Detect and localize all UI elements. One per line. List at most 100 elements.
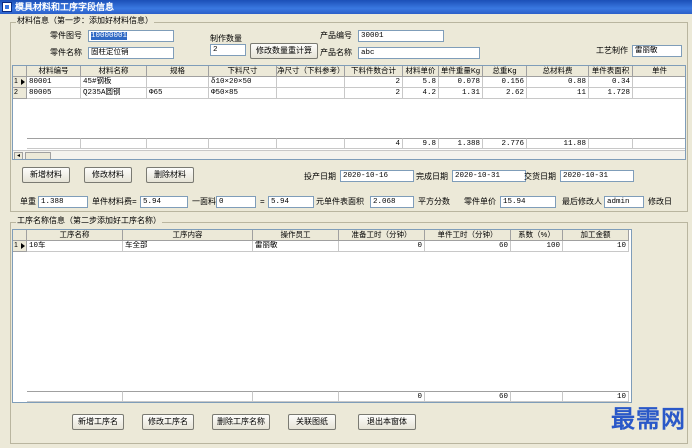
material-col-header[interactable]: 总重Kg <box>483 66 527 77</box>
process-col-header[interactable]: 单件工时（分钟） <box>425 230 511 241</box>
material-table[interactable]: 材料编号 材料名称 规格 下料尺寸 净尺寸（下料参考） 下料件数合计 材料单价 单件重量Kg 总… <box>12 65 686 160</box>
material-total-cell: 1.388 <box>439 138 483 149</box>
table-cell[interactable]: 1.728 <box>589 88 633 99</box>
delete-process-button[interactable]: 删除工序名称 <box>212 414 270 430</box>
table-cell[interactable]: 5.8 <box>403 77 439 88</box>
material-col-header[interactable]: 下料尺寸 <box>209 66 277 77</box>
table-cell[interactable]: 2.62 <box>483 88 527 99</box>
modify-date-label: 修改日 <box>648 197 672 206</box>
scroll-left-icon[interactable]: ◂ <box>14 152 23 159</box>
link-drawing-button[interactable]: 关联图纸 <box>288 414 336 430</box>
scroll-thumb[interactable] <box>25 152 51 159</box>
material-total-cell: 9.8 <box>403 138 439 149</box>
material-col-header[interactable]: 材料编号 <box>27 66 81 77</box>
modify-qty-button[interactable]: 修改数量重计算 <box>250 43 318 59</box>
process-col-header[interactable]: 操作员工 <box>253 230 339 241</box>
material-hscroll[interactable]: ◂ <box>13 150 685 159</box>
invest-date-label: 投产日期 <box>304 172 336 181</box>
table-cell[interactable]: 0.156 <box>483 77 527 88</box>
exit-window-button[interactable]: 退出本窗体 <box>358 414 416 430</box>
invest-date-input[interactable]: 2020-10-16 <box>340 170 414 182</box>
table-cell[interactable] <box>147 77 209 88</box>
product-no-input[interactable]: 30001 <box>358 30 444 42</box>
face-input[interactable]: 0 <box>216 196 256 208</box>
part-name-input[interactable]: 固柱定位销 <box>88 47 174 59</box>
table-cell[interactable]: 车全部 <box>123 241 253 252</box>
edit-process-button[interactable]: 修改工序名 <box>142 414 194 430</box>
table-cell[interactable]: 0.34 <box>589 77 633 88</box>
part-price-label: 零件单价 <box>464 197 496 206</box>
material-col-header[interactable]: 总材料费 <box>527 66 589 77</box>
material-total-cell <box>27 138 81 149</box>
table-cell[interactable]: 0.078 <box>439 77 483 88</box>
process-col-header[interactable]: 系数（%） <box>511 230 563 241</box>
row-number: 1 <box>14 242 18 249</box>
table-cell[interactable]: 雷丽敏 <box>253 241 339 252</box>
material-col-header[interactable]: 材料单价 <box>403 66 439 77</box>
face-label: 一面料 <box>192 197 216 206</box>
add-process-button[interactable]: 新增工序名 <box>72 414 124 430</box>
process-col-header[interactable]: 加工金额 <box>563 230 629 241</box>
table-cell[interactable]: 80001 <box>27 77 81 88</box>
deliver-date-label: 交货日期 <box>524 172 556 181</box>
table-cell[interactable]: 60 <box>425 241 511 252</box>
window-title-bar: 模具材料和工序字段信息 <box>0 0 692 14</box>
table-cell[interactable] <box>633 77 685 88</box>
table-cell[interactable]: Q235A圆钢 <box>81 88 147 99</box>
table-cell[interactable]: 0.88 <box>527 77 589 88</box>
table-cell[interactable] <box>277 88 345 99</box>
table-cell[interactable]: Φ65 <box>147 88 209 99</box>
unit-material-input[interactable]: 5.94 <box>140 196 188 208</box>
part-no-input[interactable]: 10000001 <box>88 30 174 42</box>
delete-material-button[interactable]: 删除材料 <box>146 167 194 183</box>
table-cell[interactable] <box>633 88 685 99</box>
material-col-header[interactable]: 材料名称 <box>81 66 147 77</box>
table-cell[interactable]: 2 <box>345 88 403 99</box>
material-col-header[interactable]: 单件 <box>633 66 685 77</box>
finish-date-input[interactable]: 2020-10-31 <box>452 170 526 182</box>
add-material-button[interactable]: 新增材料 <box>22 167 70 183</box>
craft-input[interactable]: 雷丽敏 <box>632 45 682 57</box>
row-number: 2 <box>14 89 18 96</box>
edit-material-button[interactable]: 修改材料 <box>84 167 132 183</box>
table-cell[interactable]: 4.2 <box>403 88 439 99</box>
table-cell[interactable]: 45#钢板 <box>81 77 147 88</box>
material-col-header[interactable]: 单件表面积 <box>589 66 633 77</box>
eq-value-input[interactable]: 5.94 <box>268 196 314 208</box>
table-cell[interactable]: 100 <box>511 241 563 252</box>
unit-weight-input[interactable]: 1.388 <box>38 196 88 208</box>
material-col-header[interactable]: 单件重量Kg <box>439 66 483 77</box>
part-price-input[interactable]: 15.94 <box>500 196 556 208</box>
table-cell[interactable] <box>277 77 345 88</box>
process-row-header[interactable]: 1 <box>13 241 27 252</box>
process-table[interactable]: 工序名称 工序内容 操作员工 准备工时（分钟） 单件工时（分钟） 系数（%） 加工金额 1 10… <box>12 229 632 403</box>
area-input[interactable]: 2.068 <box>370 196 414 208</box>
material-row-header[interactable]: 2 <box>13 88 27 99</box>
product-no-label: 产品编号 <box>320 31 352 40</box>
material-row-header[interactable]: 1 <box>13 77 27 88</box>
process-col-header[interactable]: 准备工时（分钟） <box>339 230 425 241</box>
material-col-header[interactable]: 规格 <box>147 66 209 77</box>
table-cell[interactable]: 1.31 <box>439 88 483 99</box>
table-cell[interactable]: Φ50×85 <box>209 88 277 99</box>
process-col-header[interactable]: 工序内容 <box>123 230 253 241</box>
table-cell[interactable]: 11 <box>527 88 589 99</box>
product-name-input[interactable]: abc <box>358 47 480 59</box>
table-cell[interactable]: 80005 <box>27 88 81 99</box>
row-pointer-icon <box>21 79 25 85</box>
table-cell[interactable]: 10车 <box>27 241 123 252</box>
material-col-header[interactable]: 净尺寸（下料参考） <box>277 66 345 77</box>
make-qty-input[interactable]: 2 <box>210 44 246 56</box>
material-group-label: 材料信息（第一步：添加好材料信息） <box>16 16 154 26</box>
table-cell[interactable]: δ10×20×50 <box>209 77 277 88</box>
process-col-header[interactable]: 工序名称 <box>27 230 123 241</box>
area-unit-label: 平方分数 <box>418 197 450 206</box>
part-name-label: 零件名称 <box>50 48 82 57</box>
process-total-cell <box>123 391 253 402</box>
material-col-header[interactable]: 下料件数合计 <box>345 66 403 77</box>
modifier-input[interactable]: admin <box>604 196 644 208</box>
deliver-date-input[interactable]: 2020-10-31 <box>560 170 634 182</box>
table-cell[interactable]: 0 <box>339 241 425 252</box>
table-cell[interactable]: 2 <box>345 77 403 88</box>
table-cell[interactable]: 10 <box>563 241 629 252</box>
